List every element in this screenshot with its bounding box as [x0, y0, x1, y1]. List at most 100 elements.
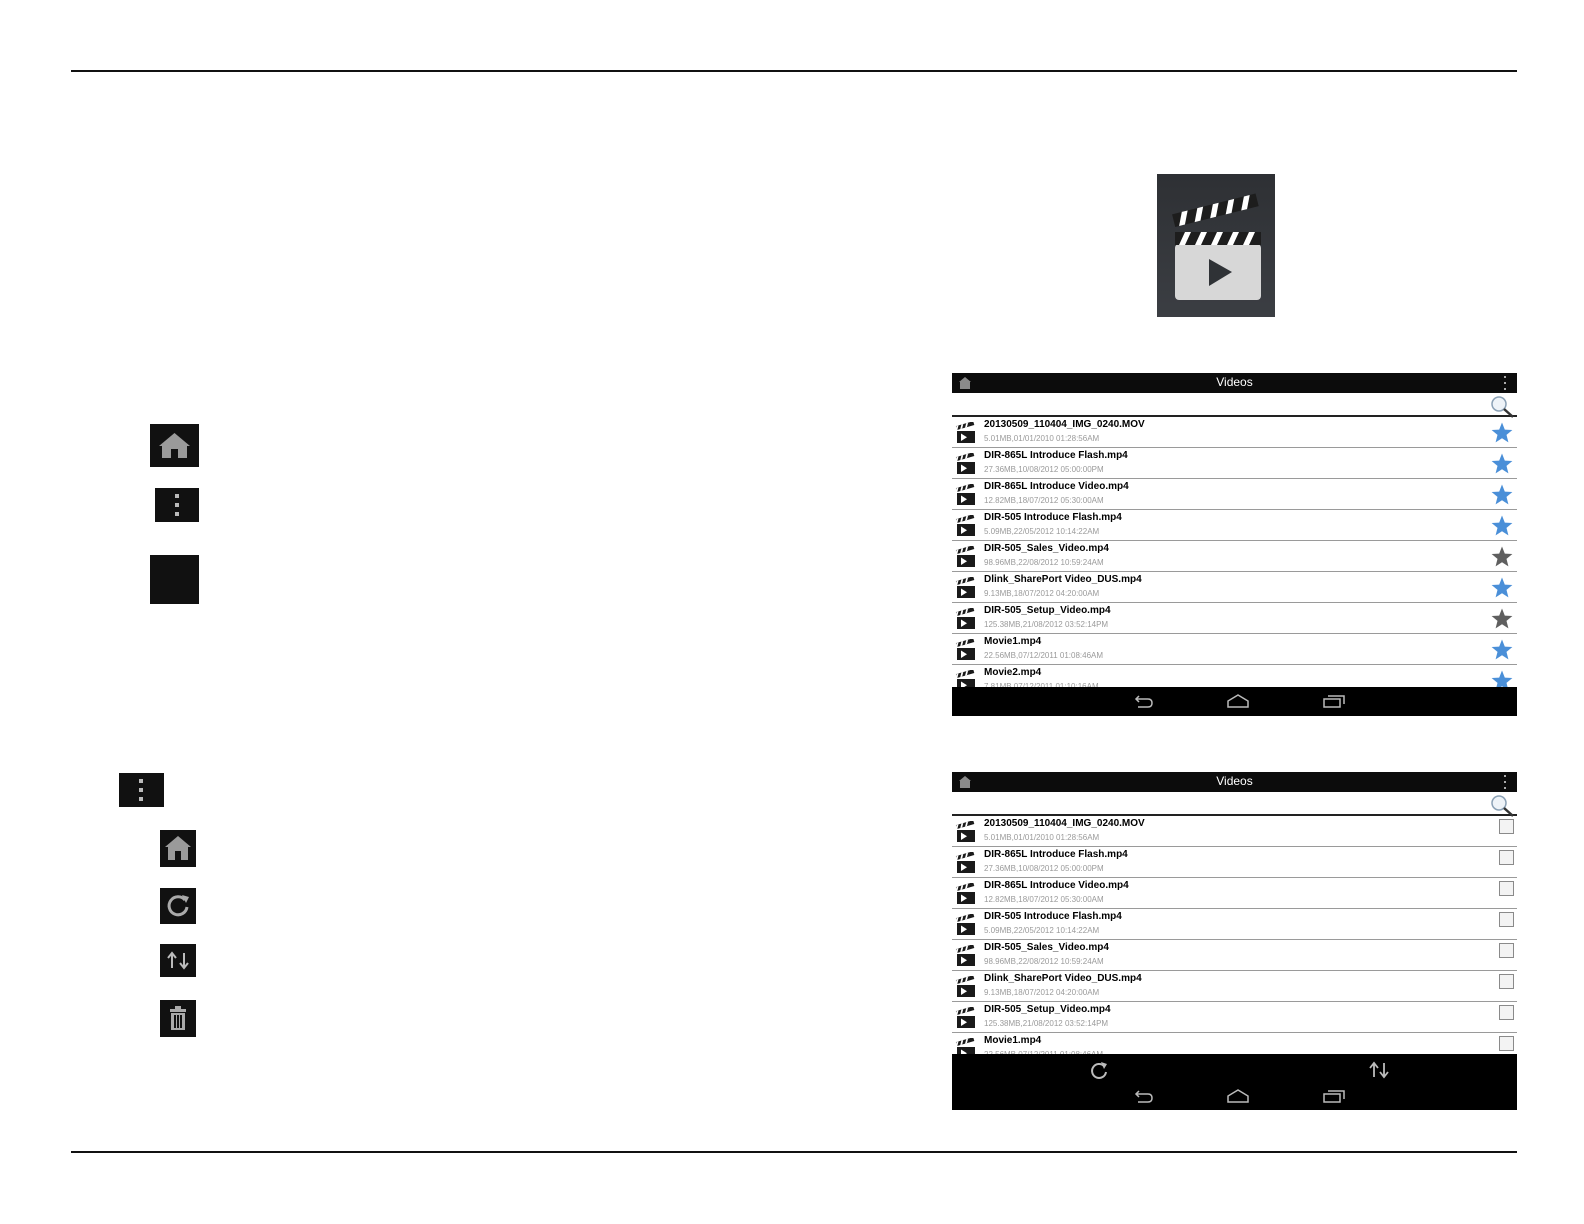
back-icon[interactable]: [1132, 1090, 1154, 1104]
file-meta: 12.82MB,18/07/2012 05:30:00AM: [984, 895, 1104, 904]
video-file-icon: [955, 608, 977, 630]
file-meta: 98.96MB,22/08/2012 10:59:24AM: [984, 957, 1104, 966]
file-meta: 9.13MB,18/07/2012 04:20:00AM: [984, 988, 1100, 997]
list-item[interactable]: DIR-505_Sales_Video.mp4 98.96MB,22/08/201…: [952, 940, 1517, 971]
search-input[interactable]: [954, 793, 1478, 813]
list-item[interactable]: DIR-505_Setup_Video.mp4 125.38MB,21/08/20…: [952, 603, 1517, 634]
overflow-menu-icon[interactable]: [1503, 375, 1507, 391]
list-item[interactable]: DIR-865L Introduce Flash.mp4 27.36MB,10/0…: [952, 847, 1517, 878]
overflow-menu-icon: [155, 488, 199, 522]
select-checkbox[interactable]: [1499, 819, 1514, 834]
video-file-icon: [955, 453, 977, 475]
trash-icon: [160, 1000, 196, 1037]
file-name: 20130509_110404_IMG_0240.MOV: [984, 419, 1145, 430]
video-file-icon: [955, 852, 977, 874]
home-nav-icon[interactable]: [1226, 1089, 1250, 1103]
search-bar: [952, 393, 1517, 418]
list-item[interactable]: DIR-505_Setup_Video.mp4 125.38MB,21/08/20…: [952, 1002, 1517, 1033]
overflow-menu-icon: [119, 773, 164, 807]
file-name: DIR-865L Introduce Flash.mp4: [984, 450, 1128, 461]
file-name: DIR-505_Sales_Video.mp4: [984, 543, 1109, 554]
file-meta: 125.38MB,21/08/2012 03:52:14PM: [984, 1019, 1109, 1028]
select-checkbox[interactable]: [1499, 912, 1514, 927]
search-icon[interactable]: [1489, 394, 1515, 418]
bottom-rule: [71, 1151, 1517, 1153]
system-nav-bar: [952, 687, 1517, 716]
video-app-icon: [1157, 174, 1275, 317]
list-item[interactable]: DIR-505 Introduce Flash.mp4 5.09MB,22/05/…: [952, 510, 1517, 541]
file-meta: 5.01MB,01/01/2010 01:28:56AM: [984, 434, 1100, 443]
recent-apps-icon[interactable]: [1322, 1089, 1346, 1103]
top-rule: [71, 70, 1517, 72]
video-file-icon: [955, 914, 977, 936]
title-bar: Videos: [952, 373, 1517, 393]
overflow-menu-icon[interactable]: [1503, 774, 1507, 790]
favorite-star-icon[interactable]: [1490, 576, 1514, 600]
file-meta: 27.36MB,10/08/2012 05:00:00PM: [984, 864, 1104, 873]
file-meta: 5.09MB,22/05/2012 10:14:22AM: [984, 527, 1100, 536]
select-checkbox[interactable]: [1499, 850, 1514, 865]
file-name: DIR-505 Introduce Flash.mp4: [984, 512, 1122, 523]
video-file-icon: [955, 945, 977, 967]
search-icon[interactable]: [1489, 793, 1515, 817]
file-name: DIR-505_Setup_Video.mp4: [984, 605, 1111, 616]
select-checkbox[interactable]: [1499, 943, 1514, 958]
file-meta: 125.38MB,21/08/2012 03:52:14PM: [984, 620, 1109, 629]
video-file-icon: [955, 422, 977, 444]
select-checkbox[interactable]: [1499, 974, 1514, 989]
file-meta: 5.09MB,22/05/2012 10:14:22AM: [984, 926, 1100, 935]
back-icon[interactable]: [1132, 695, 1154, 709]
refresh-icon: [160, 888, 196, 924]
video-file-icon: [955, 484, 977, 506]
list-item[interactable]: Dlink_SharePort Video_DUS.mp4 9.13MB,18/0…: [952, 971, 1517, 1002]
file-name: DIR-505 Introduce Flash.mp4: [984, 911, 1122, 922]
list-item[interactable]: DIR-505_Sales_Video.mp4 98.96MB,22/08/201…: [952, 541, 1517, 572]
sort-icon[interactable]: [1367, 1061, 1391, 1079]
favorite-star-icon[interactable]: [1490, 638, 1514, 662]
video-file-icon: [955, 546, 977, 568]
select-checkbox[interactable]: [1499, 881, 1514, 896]
file-meta: 9.13MB,18/07/2012 04:20:00AM: [984, 589, 1100, 598]
video-file-icon: [955, 1007, 977, 1029]
video-list: 20130509_110404_IMG_0240.MOV 5.01MB,01/01…: [952, 816, 1517, 1064]
video-file-icon: [955, 577, 977, 599]
title-bar: Videos: [952, 772, 1517, 792]
search-bar: [952, 792, 1517, 817]
file-name: Movie2.mp4: [984, 667, 1042, 678]
list-item[interactable]: DIR-865L Introduce Video.mp4 12.82MB,18/0…: [952, 479, 1517, 510]
videos-screen-select: Videos 20130509_110404_IMG_0240.MOV 5.01M…: [952, 772, 1517, 1110]
video-file-icon: [955, 639, 977, 661]
list-item[interactable]: Dlink_SharePort Video_DUS.mp4 9.13MB,18/0…: [952, 572, 1517, 603]
favorite-star-icon[interactable]: [1490, 483, 1514, 507]
video-file-icon: [955, 515, 977, 537]
file-name: DIR-865L Introduce Video.mp4: [984, 481, 1129, 492]
list-item[interactable]: 20130509_110404_IMG_0240.MOV 5.01MB,01/01…: [952, 816, 1517, 847]
home-nav-icon[interactable]: [1226, 694, 1250, 708]
file-name: DIR-505_Setup_Video.mp4: [984, 1004, 1111, 1015]
file-meta: 98.96MB,22/08/2012 10:59:24AM: [984, 558, 1104, 567]
file-name: DIR-505_Sales_Video.mp4: [984, 942, 1109, 953]
unfavorite-star-icon[interactable]: [1490, 607, 1514, 631]
select-checkbox[interactable]: [1499, 1005, 1514, 1020]
video-file-icon: [955, 883, 977, 905]
list-item[interactable]: DIR-865L Introduce Video.mp4 12.82MB,18/0…: [952, 878, 1517, 909]
favorite-star-icon[interactable]: [1490, 514, 1514, 538]
select-checkbox[interactable]: [1499, 1036, 1514, 1051]
screen-title: Videos: [1216, 774, 1253, 788]
video-list: 20130509_110404_IMG_0240.MOV 5.01MB,01/01…: [952, 417, 1517, 696]
list-item[interactable]: Movie1.mp4 22.56MB,07/12/2011 01:08:46AM: [952, 634, 1517, 665]
file-meta: 27.36MB,10/08/2012 05:00:00PM: [984, 465, 1104, 474]
list-item[interactable]: DIR-865L Introduce Flash.mp4 27.36MB,10/0…: [952, 448, 1517, 479]
favorite-star-icon[interactable]: [1490, 421, 1514, 445]
file-name: Movie1.mp4: [984, 636, 1042, 647]
list-item[interactable]: DIR-505 Introduce Flash.mp4 5.09MB,22/05/…: [952, 909, 1517, 940]
favorite-star-icon[interactable]: [1490, 452, 1514, 476]
search-input[interactable]: [954, 394, 1478, 414]
file-name: 20130509_110404_IMG_0240.MOV: [984, 818, 1145, 829]
refresh-icon[interactable]: [1088, 1060, 1110, 1082]
list-item[interactable]: 20130509_110404_IMG_0240.MOV 5.01MB,01/01…: [952, 417, 1517, 448]
unfavorite-star-icon[interactable]: [1490, 545, 1514, 569]
sort-icon: [160, 944, 196, 977]
recent-apps-icon[interactable]: [1322, 694, 1346, 708]
video-file-icon: [955, 976, 977, 998]
